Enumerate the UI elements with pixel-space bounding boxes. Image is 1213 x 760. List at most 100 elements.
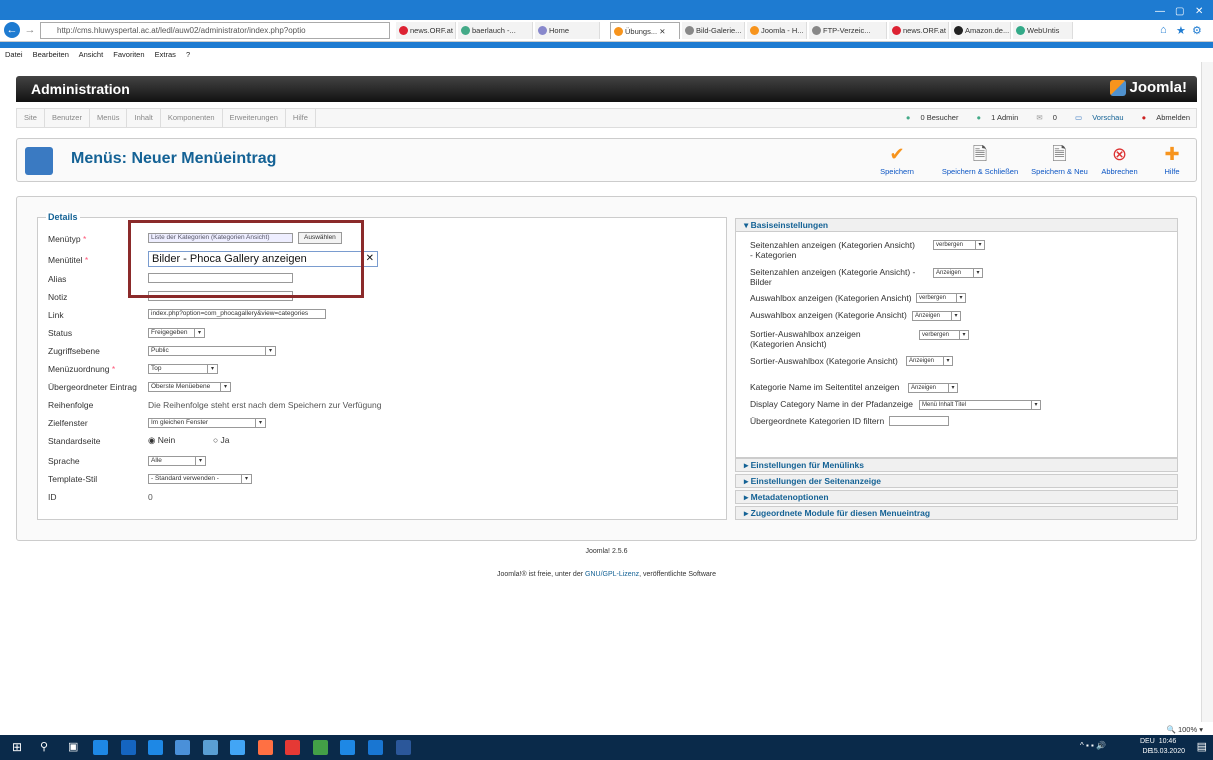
save-button[interactable]: ✔ Speichern [877,143,917,181]
app2-taskbar-icon[interactable] [285,740,300,755]
help-lifebuoy-icon: ✚ [1164,144,1180,164]
option-parent-id-input[interactable] [889,416,949,426]
favorites-star-icon[interactable]: ★ [1176,24,1186,37]
settings-gear-icon[interactable]: ⚙ [1192,24,1202,37]
page-scrollbar[interactable] [1201,62,1213,722]
word-taskbar-icon[interactable] [396,740,411,755]
app5-taskbar-icon[interactable] [368,740,383,755]
ie-taskbar-icon[interactable] [93,740,108,755]
option-category-title-select[interactable]: Anzeigen ▾ [908,383,958,393]
nav-hilfe[interactable]: Hilfe [286,109,316,127]
settings-taskbar-icon[interactable] [203,740,218,755]
option-selectbox-category-select[interactable]: Anzeigen ▾ [912,311,961,321]
page-display-options-header[interactable]: ▸ Einstellungen der Seitenanzeige [735,474,1178,488]
access-select[interactable]: Public ▾ [148,346,276,356]
nav-site[interactable]: Site [17,109,45,127]
cancel-x-icon: ⊗ [1111,144,1128,164]
task-view-icon[interactable]: ▣ [68,740,78,753]
url-field[interactable]: http://cms.hluwyspertal.ac.at/ledl/auw02… [40,22,390,39]
tab-uebungs[interactable]: Übungs... ✕ [610,22,680,39]
mail-icon: ✉ [1036,113,1043,122]
windows-start-icon[interactable]: ⊞ [12,740,22,754]
admins-count: ● 1 Admin [976,113,1019,122]
tab-news-orf-2[interactable]: news.ORF.at [889,22,949,39]
tab-webuntis[interactable]: WebUntis [1013,22,1073,39]
option-sort-categories-select[interactable]: verbergen ▾ [919,330,969,340]
forward-button[interactable]: → [22,22,38,38]
joomla-logo-icon [1110,80,1127,97]
cancel-button[interactable]: ⊗ Abbrechen [1097,143,1142,181]
nav-erweiterungen[interactable]: Erweiterungen [223,109,286,127]
template-style-select[interactable]: - Standard verwenden - ▾ [148,474,252,484]
back-button[interactable]: ← [4,22,20,38]
logout-link[interactable]: ● Abmelden [1134,113,1190,122]
nav-benutzer[interactable]: Benutzer [45,109,90,127]
search-icon[interactable]: ⚲ [40,740,48,753]
menu-help[interactable]: ? [186,50,190,59]
chevron-down-icon: ▾ [951,312,960,320]
menu-link-options-header[interactable]: ▸ Einstellungen für Menülinks [735,458,1178,472]
close-window-button[interactable]: ✕ [1195,6,1203,17]
minimize-button[interactable]: — [1155,6,1165,17]
notification-icon[interactable]: ▤ [1197,740,1207,753]
menu-assignment-select[interactable]: Top ▾ [148,364,218,374]
tab-bild-galerie[interactable]: Bild-Galerie... [682,22,745,39]
default-yes-radio[interactable]: ○ Ja [213,435,229,445]
option-selectbox-categories-select[interactable]: verbergen ▾ [916,293,966,303]
app-taskbar-icon[interactable] [175,740,190,755]
order-note: Die Reihenfolge steht erst nach dem Spei… [148,400,382,410]
messages-count[interactable]: ✉ 0 [1028,113,1057,122]
option-pagination-categories-select[interactable]: verbergen ▾ [933,240,985,250]
admin-header: Administration Joomla! [16,76,1197,102]
highlight-annotation-box [128,220,364,298]
app4-taskbar-icon[interactable] [340,740,355,755]
default-no-radio[interactable]: ◉ Nein [148,435,175,446]
option-breadcrumb-select[interactable]: Menü Inhalt Titel ▾ [919,400,1041,410]
outlook-taskbar-icon[interactable] [121,740,136,755]
tab-joomla-h[interactable]: Joomla - H... [747,22,807,39]
help-button[interactable]: ✚ Hilfe [1157,143,1187,181]
preview-link[interactable]: ▭ Vorschau [1067,113,1123,122]
tab-news-orf[interactable]: news.ORF.at [396,22,456,39]
menu-favoriten[interactable]: Favoriten [113,50,144,59]
firefox-taskbar-icon[interactable] [258,740,273,755]
nav-menues[interactable]: Menüs [90,109,128,127]
option-sort-category-select[interactable]: Anzeigen ▾ [906,356,953,366]
link-label: Link [48,310,64,320]
tab-amazon[interactable]: Amazon.de... [951,22,1011,39]
calendar-taskbar-icon[interactable] [148,740,163,755]
nav-komponenten[interactable]: Komponenten [161,109,223,127]
users-icon: ● [905,113,911,122]
menu-datei[interactable]: Datei [5,50,23,59]
checkmark-icon: ✔ [889,144,905,164]
menu-bearbeiten[interactable]: Bearbeiten [33,50,69,59]
gpl-license-link[interactable]: GNU/GPL-Lizenz [585,571,639,578]
ie-active-taskbar-icon[interactable] [230,740,245,755]
save-close-button[interactable]: 🗎 Speichern & Schließen [935,143,1025,181]
taskbar-clock[interactable]: 10:46 15.03.2020 [1150,737,1185,757]
save-new-button[interactable]: 🗎 Speichern & Neu [1027,143,1092,181]
clear-input-icon[interactable]: ✕ [366,252,374,266]
nav-inhalt[interactable]: Inhalt [127,109,161,127]
menu-ansicht[interactable]: Ansicht [79,50,104,59]
target-select[interactable]: Im gleichen Fenster ▾ [148,418,266,428]
module-assignment-header[interactable]: ▸ Zugeordnete Module für diesen Menueint… [735,506,1178,520]
app3-taskbar-icon[interactable] [313,740,328,755]
basic-settings-body: Seitenzahlen anzeigen (Kategorien Ansich… [735,232,1178,458]
tab-home[interactable]: Home [535,22,600,39]
tab-baerlauch[interactable]: baerlauch -... [458,22,533,39]
chevron-down-icon: ▾ [975,241,984,249]
zoom-level[interactable]: 🔍 100% ▾ [1167,725,1203,734]
metadata-options-header[interactable]: ▸ Metadatenoptionen [735,490,1178,504]
restore-button[interactable]: ▢ [1175,6,1184,17]
option-pagination-images-select[interactable]: Anzeigen ▾ [933,268,983,278]
status-select[interactable]: Freigegeben ▾ [148,328,205,338]
tray-icons[interactable]: ^ ▪ ▪ 🔊 [1080,741,1106,750]
option-pagination-categories-label: Seitenzahlen anzeigen (Kategorien Ansich… [750,240,915,260]
basic-settings-header[interactable]: ▾ Basiseinstellungen [735,218,1178,232]
menu-extras[interactable]: Extras [155,50,176,59]
parent-select[interactable]: Oberste Menüebene ▾ [148,382,231,392]
language-select[interactable]: Alle ▾ [148,456,206,466]
tab-ftp[interactable]: FTP-Verzeic... [809,22,887,39]
home-icon[interactable]: ⌂ [1160,24,1167,36]
